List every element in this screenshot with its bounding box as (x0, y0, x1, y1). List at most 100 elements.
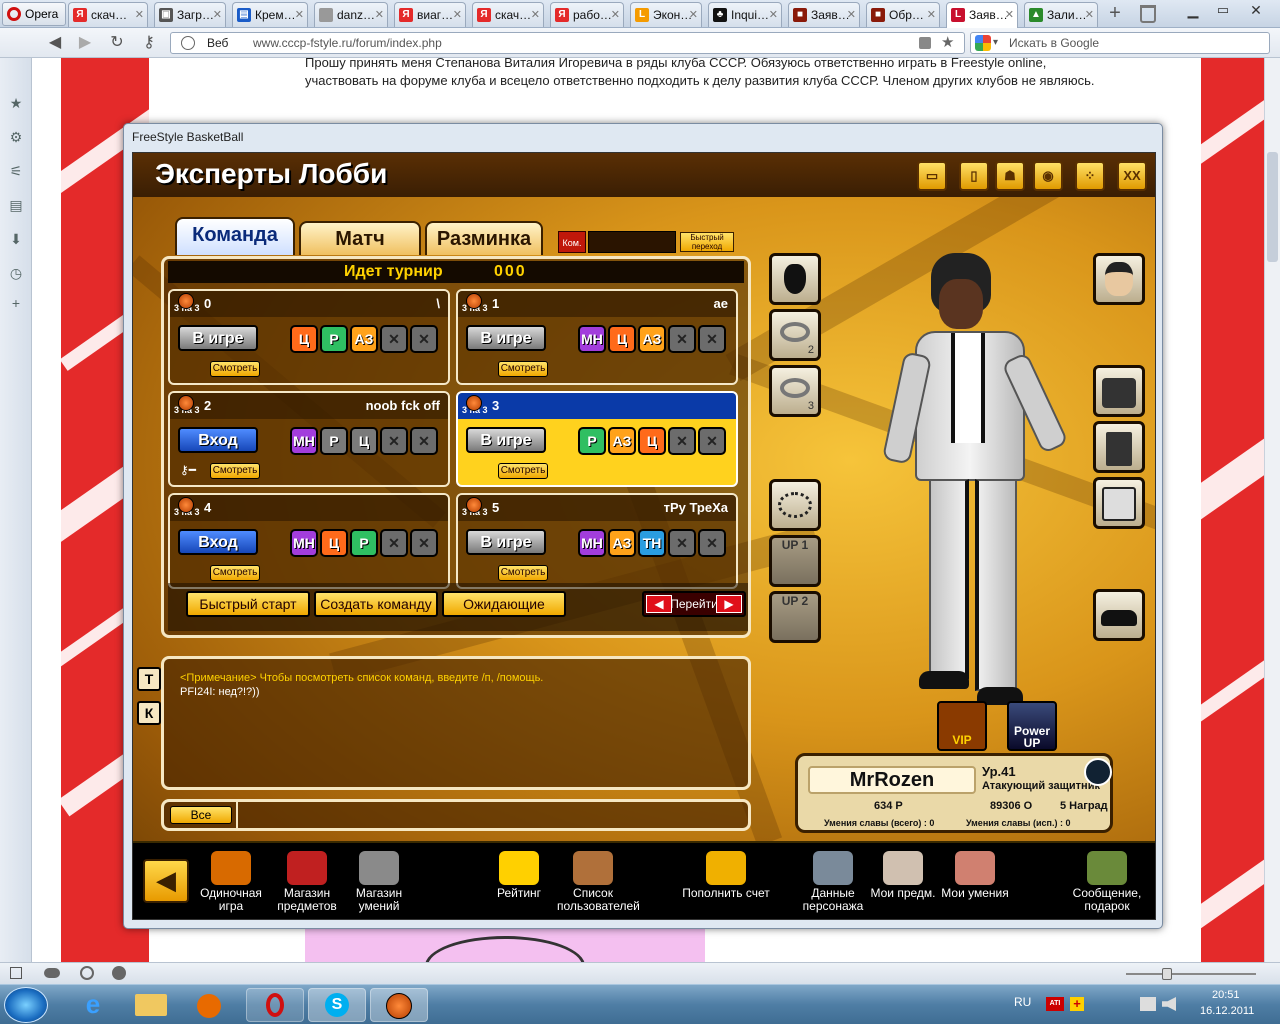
tab-match[interactable]: Матч (299, 221, 421, 255)
shirt-slot-icon[interactable] (1093, 365, 1145, 417)
room-state-button[interactable]: Вход (178, 427, 258, 453)
watch-button[interactable]: Смотреть (210, 361, 260, 377)
clock-time[interactable]: 20:51 (1212, 989, 1240, 1001)
history-icon[interactable]: ◷ (7, 264, 25, 282)
tab-close-icon[interactable]: ✕ (213, 3, 222, 27)
search-input[interactable]: ▾ Искать в Google (970, 32, 1270, 54)
zoom-slider[interactable] (1126, 968, 1256, 980)
add-panel-icon[interactable]: + (7, 294, 25, 312)
room-state-button[interactable]: В игре (466, 427, 546, 453)
chat-channel-all-button[interactable]: Все (170, 806, 232, 824)
browser-tab[interactable]: ♣ Inqui… ✕ (708, 2, 782, 27)
browser-tab[interactable]: L Заяв… ✕ (946, 2, 1018, 28)
room-card[interactable]: 3 на 3 5 тРу ТреХа В игре МН АЗ ТН ✕ ✕ Смотреть (456, 493, 738, 589)
watch-button[interactable]: Смотреть (498, 565, 548, 581)
close-button[interactable]: ✕ (1240, 2, 1272, 20)
vertical-scrollbar[interactable] (1264, 58, 1280, 962)
prev-page-icon[interactable]: ◀ (646, 595, 672, 613)
reload-icon[interactable]: ↻ (106, 33, 128, 53)
key-icon[interactable]: ⚷ (138, 33, 160, 53)
downloads-icon[interactable]: ⬇ (7, 230, 25, 248)
speed-icon[interactable] (112, 966, 126, 980)
scroll-thumb[interactable] (1267, 152, 1278, 262)
browser-tab[interactable]: Явиаг… ✕ (394, 2, 466, 27)
back-button[interactable]: ◀ (44, 33, 66, 53)
bottom-menu-my-items[interactable]: Мои предм. (867, 851, 939, 917)
figure-icon[interactable]: ☗ (995, 161, 1025, 191)
box-icon[interactable]: ▭ (917, 161, 947, 191)
tab-close-icon[interactable]: ✕ (927, 3, 936, 27)
bookmarks-icon[interactable]: ★ (7, 94, 25, 112)
bottom-menu-single-game[interactable]: Одиночная игра (195, 851, 267, 917)
watch-button[interactable]: Смотреть (210, 565, 260, 581)
gear-icon[interactable]: ⚙ (7, 128, 25, 146)
face-slot-icon[interactable] (1093, 253, 1145, 305)
language-indicator[interactable]: RU (1014, 995, 1031, 1009)
door-icon[interactable]: ▯ (959, 161, 989, 191)
tab-close-icon[interactable]: ✕ (1005, 3, 1014, 27)
tab-warmup[interactable]: Разминка (425, 221, 543, 255)
bottom-menu-rating[interactable]: Рейтинг (483, 851, 555, 917)
turbo-icon[interactable] (80, 966, 94, 980)
create-team-button[interactable]: Создать команду (314, 591, 438, 617)
star-icon[interactable]: ★ (941, 33, 954, 53)
bottom-menu-skill-shop[interactable]: Магазин умений (343, 851, 415, 917)
tab-close-icon[interactable]: ✕ (769, 3, 778, 27)
bottom-menu-message-gift[interactable]: Сообщение, подарок (1071, 851, 1143, 917)
room-card[interactable]: 3 на 3 4 Вход МН Ц Р ✕ ✕ Смотреть (168, 493, 450, 589)
zoom-slider-thumb[interactable] (1162, 968, 1172, 980)
ati-tray-icon[interactable]: ATI (1046, 997, 1064, 1011)
accessory-slot-icon[interactable] (769, 479, 821, 531)
plus-tray-icon[interactable]: + (1070, 997, 1084, 1011)
quick-jump-button[interactable]: Быстрый переход (680, 232, 734, 252)
room-state-button[interactable]: В игре (466, 325, 546, 351)
pants-slot-icon[interactable] (1093, 421, 1145, 473)
browser-tab[interactable]: Ярабо… ✕ (550, 2, 624, 27)
rss-icon[interactable] (919, 37, 931, 49)
tab-close-icon[interactable]: ✕ (1085, 3, 1094, 27)
tab-close-icon[interactable]: ✕ (135, 3, 144, 27)
browser-tab[interactable]: Яскач… ✕ (472, 2, 544, 27)
room-card[interactable]: 3 на 3 0 \ В игре Ц Р АЗ ✕ ✕ Смотреть (168, 289, 450, 385)
bottom-menu-item-shop[interactable]: Магазин предметов (271, 851, 343, 917)
watch-button[interactable]: Смотреть (498, 463, 548, 479)
powerup-button[interactable]: Power UP (1007, 701, 1057, 751)
room-card[interactable]: 3 на 33В игре Р АЗ Ц ✕ ✕ Смотреть (456, 391, 738, 487)
forward-button[interactable]: ▶ (74, 33, 96, 53)
room-state-button[interactable]: В игре (178, 325, 258, 351)
media-player-icon[interactable] (180, 988, 238, 1022)
tab-team[interactable]: Команда (175, 217, 295, 255)
share-icon[interactable]: ⚟ (7, 162, 25, 180)
explorer-icon[interactable] (122, 988, 180, 1022)
tab-close-icon[interactable]: ✕ (531, 3, 540, 27)
opera-menu-button[interactable]: Opera (2, 2, 66, 26)
bottom-menu-top-up[interactable]: Пополнить счет (681, 851, 771, 917)
tab-close-icon[interactable]: ✕ (847, 3, 856, 27)
tab-close-icon[interactable]: ✕ (453, 3, 462, 27)
browser-tab[interactable]: danz… ✕ (314, 2, 388, 27)
quick-start-button[interactable]: Быстрый старт (186, 591, 310, 617)
upgrade-slot-2-icon[interactable]: UP 2 (769, 591, 821, 643)
room-state-button[interactable]: Вход (178, 529, 258, 555)
clock-date[interactable]: 16.12.2011 (1200, 1005, 1254, 1017)
start-button[interactable] (4, 987, 48, 1023)
watch-button[interactable]: Смотреть (210, 463, 260, 479)
browser-tab[interactable]: L Экон… ✕ (630, 2, 702, 27)
minimize-button[interactable]: ▁ (1180, 2, 1206, 20)
browser-tab[interactable]: Яскач… ✕ (68, 2, 148, 27)
browser-tab[interactable]: ▣ Загр… ✕ (154, 2, 226, 27)
room-number-input[interactable] (588, 231, 676, 253)
skype-icon[interactable]: S (308, 988, 366, 1022)
jacket-slot-icon[interactable] (1093, 477, 1145, 529)
network-tray-icon[interactable] (1140, 997, 1156, 1011)
chat-tab-t[interactable]: Т (137, 667, 161, 691)
tab-close-icon[interactable]: ✕ (295, 3, 304, 27)
waiting-button[interactable]: Ожидающие (442, 591, 566, 617)
bottom-menu-character-data[interactable]: Данные персонажа (797, 851, 869, 917)
room-card[interactable]: 3 на 3 2 noob fck off Вход МН Р Ц ✕ ✕ ⚷━ Смотреть (168, 391, 450, 487)
vip-button[interactable]: VIP (937, 701, 987, 751)
browser-tab[interactable]: ■ Заяв… ✕ (788, 2, 860, 27)
room-state-button[interactable]: В игре (466, 529, 546, 555)
dice-icon[interactable]: ⁘ (1075, 161, 1105, 191)
shoes-slot-icon[interactable] (1093, 589, 1145, 641)
